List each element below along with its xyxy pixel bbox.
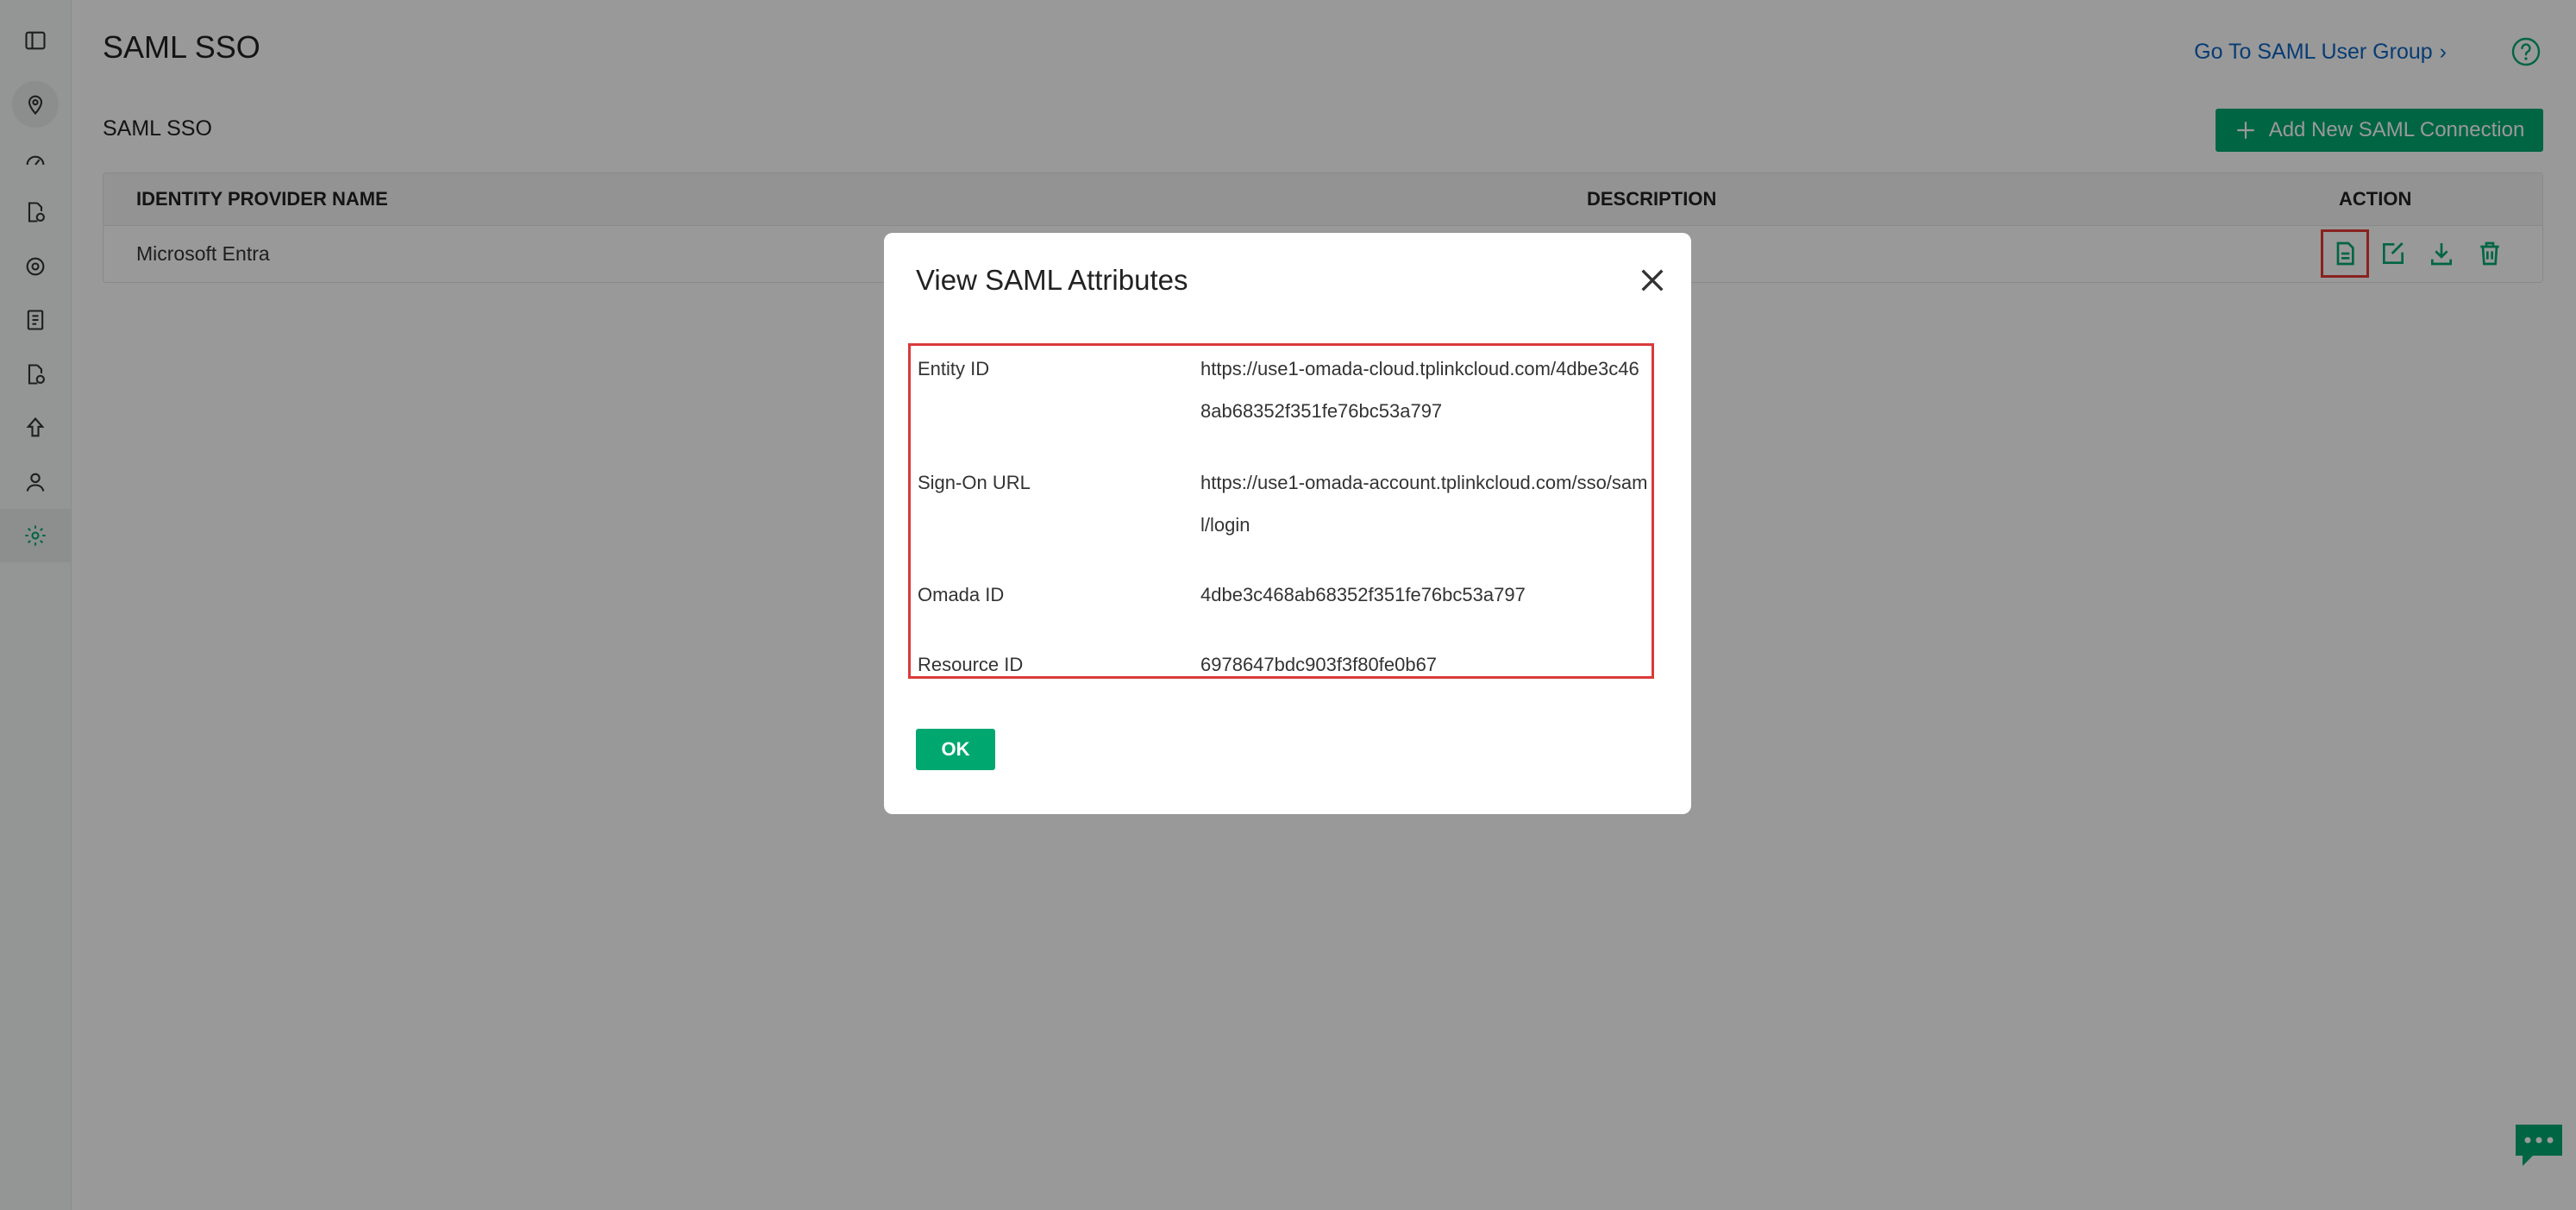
saml-attributes-list: Entity ID https://use1-omada-cloud.tplin… <box>908 343 1654 679</box>
attribute-value: 4dbe3c468ab68352f351fe76bc53a797 <box>1200 584 1526 605</box>
dialog-title: View SAML Attributes <box>916 264 1188 296</box>
attribute-label: Entity ID <box>918 358 990 379</box>
view-saml-attributes-dialog: View SAML Attributes Entity ID https://u… <box>884 233 1691 814</box>
ok-button[interactable]: OK <box>916 729 995 770</box>
close-icon[interactable] <box>1638 266 1667 295</box>
attribute-value: https://use1-omada-cloud.tplinkcloud.com… <box>1200 358 1639 422</box>
attribute-value: https://use1-omada-account.tplinkcloud.c… <box>1200 472 1648 536</box>
attribute-label: Sign-On URL <box>918 472 1031 493</box>
attribute-label: Resource ID <box>918 654 1024 675</box>
attribute-value: 6978647bdc903f3f80fe0b67 <box>1200 654 1438 675</box>
attribute-label: Omada ID <box>918 584 1005 605</box>
